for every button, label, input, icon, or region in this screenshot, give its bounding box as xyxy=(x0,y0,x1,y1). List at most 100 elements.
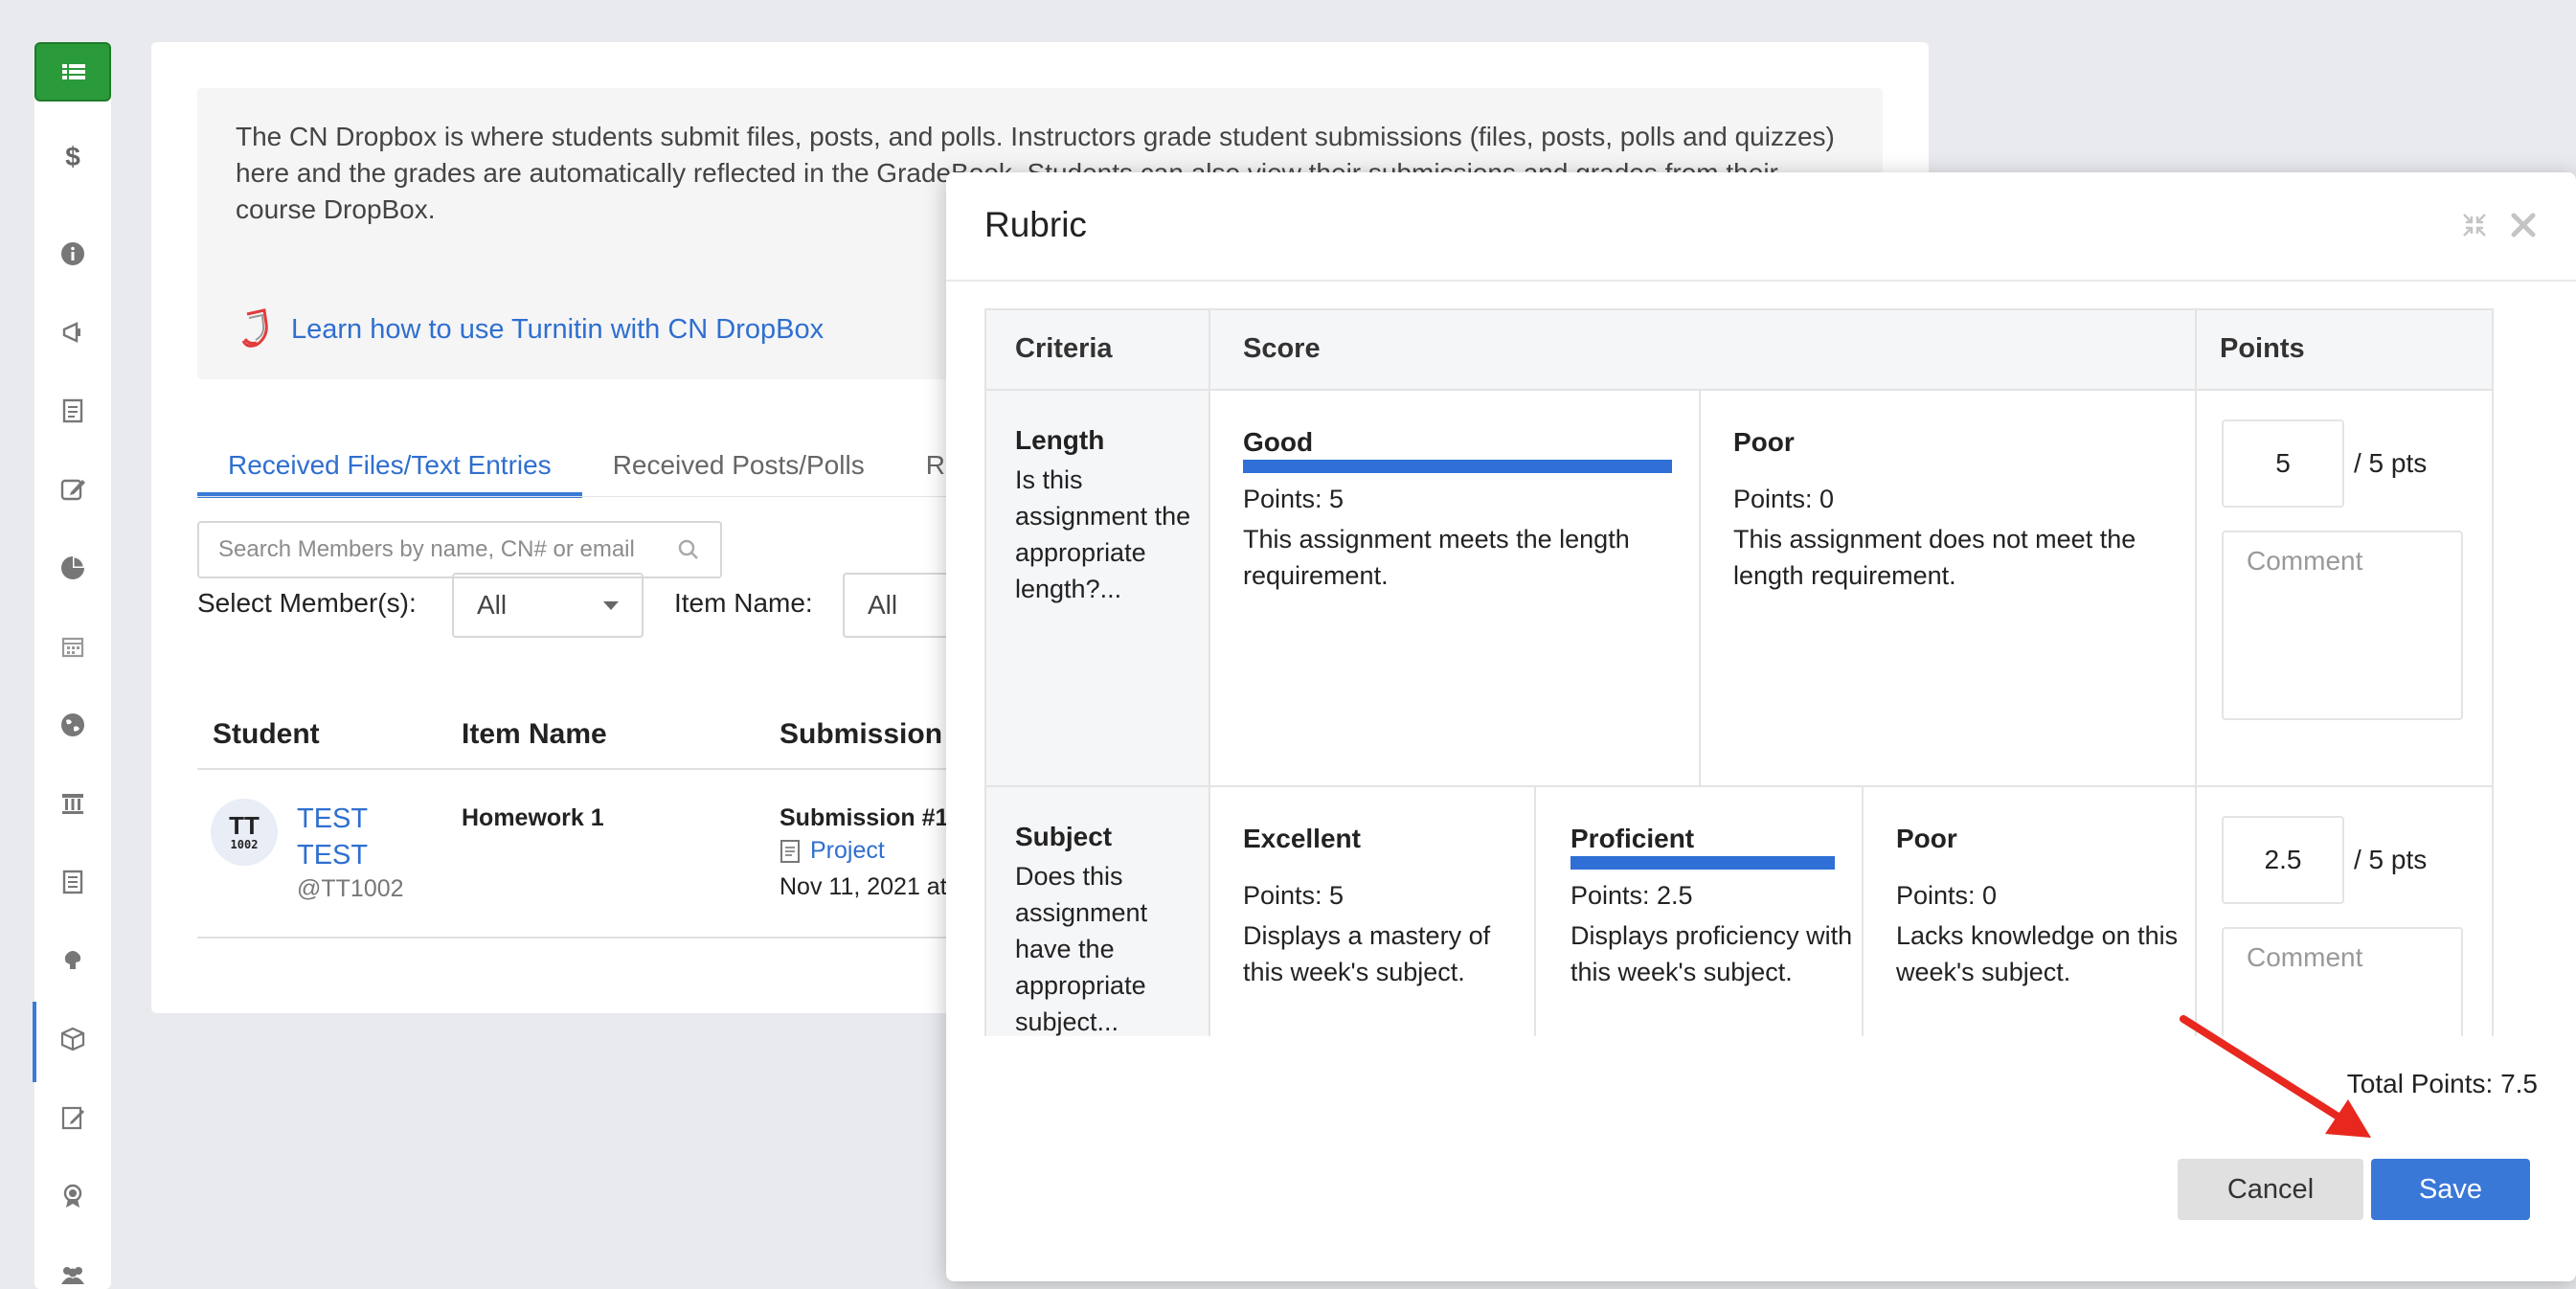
tab-received-files[interactable]: Received Files/Text Entries xyxy=(197,404,582,498)
criterion-length-description: Is this assignment the appropriate lengt… xyxy=(1015,465,1191,603)
criteria-header: Criteria xyxy=(1015,333,1113,364)
avatar-initials: TT xyxy=(229,811,260,840)
level-good-points: Points: 5 xyxy=(1243,485,1344,513)
grid-line xyxy=(984,308,986,1036)
length-score-input[interactable]: 5 xyxy=(2222,419,2344,508)
sidebar-item-learning[interactable] xyxy=(34,931,111,990)
dollar-icon: $ xyxy=(65,143,80,170)
subject-score-input[interactable]: 2.5 xyxy=(2222,816,2344,904)
level-good-description: This assignment meets the length require… xyxy=(1243,525,1630,590)
sidebar-item-documents[interactable] xyxy=(34,381,111,441)
sidebar-item-calendar[interactable] xyxy=(34,617,111,676)
column-header-item-name[interactable]: Item Name xyxy=(462,718,607,751)
info-icon xyxy=(61,242,84,265)
document-icon xyxy=(62,398,83,423)
rubric-table: Criteria Score Points Length Is this ass… xyxy=(984,308,2494,1036)
turnitin-link[interactable]: Learn how to use Turnitin with CN DropBo… xyxy=(236,306,824,352)
edit-icon xyxy=(60,479,85,501)
users-icon xyxy=(61,1267,84,1284)
level-excellent-title: Excellent xyxy=(1243,824,1361,853)
sidebar-item-badges[interactable] xyxy=(34,1166,111,1226)
sidebar-item-institution[interactable] xyxy=(34,774,111,833)
level-poor-title: Poor xyxy=(1733,427,1795,457)
member-select-value: All xyxy=(477,590,508,620)
submission-title: Submission #1 xyxy=(780,804,949,831)
tab-received-posts[interactable]: Received Posts/Polls xyxy=(582,404,895,498)
level-poor-subject-points: Points: 0 xyxy=(1896,881,1998,910)
level-proficient-points: Points: 2.5 xyxy=(1570,881,1693,910)
svg-text:$: $ xyxy=(65,143,80,170)
level-proficient-title: Proficient xyxy=(1570,824,1695,853)
level-excellent-points: Points: 5 xyxy=(1243,881,1344,910)
criterion-subject-description: Does this assignment have the appropriat… xyxy=(1015,862,1148,1036)
list-icon xyxy=(62,64,85,79)
modal-header-divider xyxy=(946,280,2576,282)
level-poor-subject-title: Poor xyxy=(1896,824,1957,853)
dropbox-icon xyxy=(60,1027,85,1052)
search-icon xyxy=(678,539,698,559)
sidebar-item-info[interactable] xyxy=(34,224,111,283)
sidebar-item-announcements[interactable] xyxy=(34,303,111,362)
column-header-student[interactable]: Student xyxy=(213,718,320,751)
sidebar-item-reports[interactable] xyxy=(34,538,111,598)
grid-line xyxy=(1534,787,1536,1036)
sidebar-item-list[interactable] xyxy=(34,42,111,102)
item-name-cell: Homework 1 xyxy=(462,804,604,831)
score-header: Score xyxy=(1243,333,1321,364)
collapse-icon[interactable] xyxy=(2461,212,2488,238)
item-select-value: All xyxy=(868,590,898,620)
level-proficient-description: Displays proficiency with this week's su… xyxy=(1570,921,1853,986)
level-selected-bar xyxy=(1570,856,1835,870)
institution-icon xyxy=(62,794,83,814)
grid-line xyxy=(984,785,2494,787)
sidebar-item-assignments[interactable] xyxy=(34,1088,111,1147)
chevron-down-icon xyxy=(603,600,619,610)
turnitin-link-label[interactable]: Learn how to use Turnitin with CN DropBo… xyxy=(291,314,824,346)
notes-icon xyxy=(62,870,83,894)
select-member-label: Select Member(s): xyxy=(197,588,417,618)
search-input[interactable]: Search Members by name, CN# or email xyxy=(197,521,722,578)
grid-line xyxy=(2492,308,2494,1036)
level-selected-bar xyxy=(1243,460,1672,473)
criterion-subject-title: Subject xyxy=(1015,822,1113,851)
award-icon xyxy=(63,1184,82,1208)
close-icon[interactable] xyxy=(2509,211,2538,239)
avatar: TT 1002 xyxy=(211,799,278,866)
save-button[interactable]: Save xyxy=(2371,1159,2530,1220)
sidebar-item-members[interactable] xyxy=(34,1245,111,1289)
member-select[interactable]: All xyxy=(452,573,644,638)
modal-controls xyxy=(2461,211,2538,239)
search-placeholder: Search Members by name, CN# or email xyxy=(218,536,635,562)
student-name-link[interactable]: TEST TEST xyxy=(297,801,368,873)
length-comment-field[interactable]: Comment xyxy=(2222,531,2463,720)
level-good-title: Good xyxy=(1243,427,1314,457)
sidebar-item-billing[interactable]: $ xyxy=(34,126,111,186)
submission-date: Nov 11, 2021 at xyxy=(780,873,947,900)
brain-icon xyxy=(64,951,81,969)
pie-chart-icon xyxy=(61,556,84,579)
submission-file-label[interactable]: Project xyxy=(810,837,885,865)
sidebar-item-notes[interactable] xyxy=(34,852,111,912)
criterion-length-title: Length xyxy=(1015,425,1105,455)
subject-max-points: / 5 pts xyxy=(2354,845,2428,874)
submission-file-link[interactable]: Project xyxy=(780,837,885,865)
level-poor-description: This assignment does not meet the length… xyxy=(1733,525,2136,590)
item-name-label: Item Name: xyxy=(674,588,813,618)
megaphone-icon xyxy=(62,322,80,343)
sidebar-item-edit[interactable] xyxy=(34,460,111,519)
student-last-name[interactable]: TEST xyxy=(297,837,368,873)
annotation-arrow-icon xyxy=(2180,1015,2371,1138)
grid-line xyxy=(1209,308,1210,1036)
level-poor-points: Points: 0 xyxy=(1733,485,1835,513)
sidebar: $ xyxy=(33,42,111,1289)
column-header-submission[interactable]: Submission xyxy=(780,718,942,751)
grid-line xyxy=(2195,308,2197,1036)
student-first-name[interactable]: TEST xyxy=(297,801,368,837)
sidebar-item-dropbox[interactable] xyxy=(34,1009,111,1069)
level-excellent-description: Displays a mastery of this week's subjec… xyxy=(1243,921,1491,986)
sidebar-item-web[interactable] xyxy=(34,695,111,755)
modal-title: Rubric xyxy=(984,205,1087,244)
avatar-id: 1002 xyxy=(230,838,259,851)
cancel-button[interactable]: Cancel xyxy=(2178,1159,2363,1220)
grid-line xyxy=(1862,787,1864,1036)
